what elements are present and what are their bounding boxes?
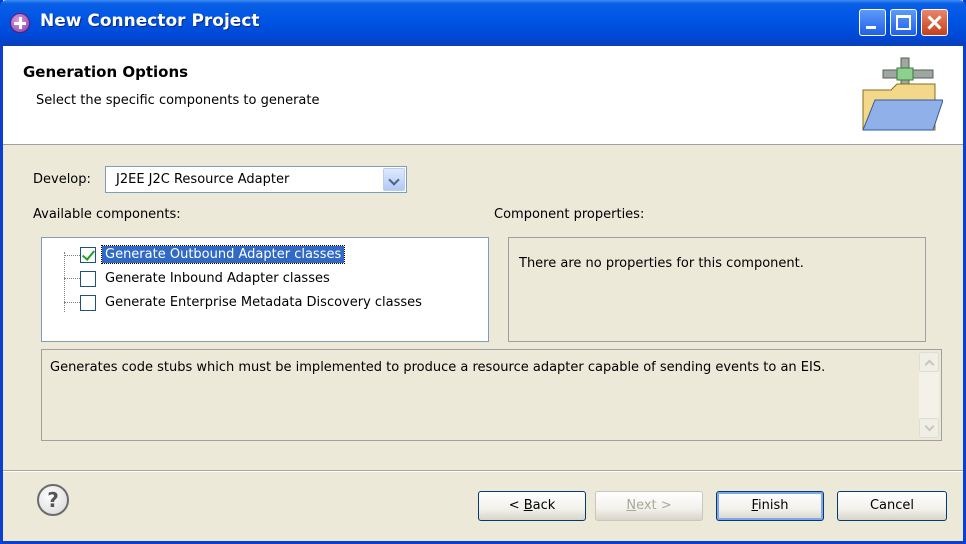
- open-folder-connector-icon: [862, 57, 943, 131]
- develop-select[interactable]: J2EE J2C Resource Adapter: [105, 166, 407, 193]
- chevron-down-icon[interactable]: [383, 168, 405, 191]
- title-bar[interactable]: New Connector Project: [0, 0, 966, 46]
- finish-button[interactable]: Finish: [716, 491, 824, 521]
- available-components-label: Available components:: [33, 207, 181, 222]
- header-banner: Generation Options Select the specific c…: [3, 46, 963, 145]
- back-label-pre: <: [508, 498, 524, 513]
- components-tree[interactable]: Generate Outbound Adapter classes Genera…: [41, 237, 489, 342]
- component-properties-label: Component properties:: [494, 207, 645, 222]
- component-label[interactable]: Generate Inbound Adapter classes: [102, 270, 333, 287]
- tree-connector: [64, 255, 80, 256]
- back-button[interactable]: < Back: [478, 491, 586, 521]
- tree-connector: [64, 252, 65, 312]
- page-description: Select the specific components to genera…: [36, 93, 320, 108]
- next-button[interactable]: Next >: [595, 491, 703, 521]
- component-description: Generates code stubs which must be imple…: [41, 349, 942, 441]
- component-properties-panel: There are no properties for this compone…: [508, 237, 926, 342]
- component-label[interactable]: Generate Outbound Adapter classes: [100, 245, 346, 264]
- no-properties-message: There are no properties for this compone…: [519, 256, 804, 271]
- back-label-post: ack: [532, 498, 556, 513]
- close-icon: [922, 10, 947, 35]
- back-mnemonic: B: [523, 498, 533, 513]
- next-label-post: ext >: [636, 498, 672, 513]
- component-label[interactable]: Generate Enterprise Metadata Discovery c…: [102, 294, 425, 311]
- develop-select-value: J2EE J2C Resource Adapter: [116, 172, 290, 187]
- connector-project-icon: [10, 13, 30, 33]
- minimize-button[interactable]: [859, 9, 886, 36]
- close-button[interactable]: [921, 9, 948, 36]
- maximize-icon: [896, 15, 911, 30]
- outbound-checkbox[interactable]: [80, 247, 96, 263]
- maximize-button[interactable]: [890, 9, 917, 36]
- page-title: Generation Options: [23, 63, 189, 81]
- window-title: New Connector Project: [40, 11, 260, 31]
- cancel-button[interactable]: Cancel: [837, 491, 947, 521]
- tree-connector: [64, 302, 80, 303]
- emd-checkbox[interactable]: [80, 295, 96, 311]
- description-text: Generates code stubs which must be imple…: [50, 360, 826, 375]
- scroll-up-icon[interactable]: [919, 352, 939, 372]
- inbound-checkbox[interactable]: [80, 271, 96, 287]
- help-icon[interactable]: ?: [37, 484, 69, 516]
- finish-label-post: inish: [758, 498, 789, 513]
- description-scrollbar[interactable]: [919, 352, 939, 438]
- scroll-down-icon[interactable]: [919, 418, 939, 438]
- develop-label: Develop:: [33, 172, 91, 187]
- next-mnemonic: N: [626, 498, 637, 513]
- minimize-icon: [866, 26, 876, 29]
- wizard-window: New Connector Project Generation Options…: [0, 0, 966, 544]
- tree-connector: [64, 278, 80, 279]
- footer-separator: [3, 470, 963, 472]
